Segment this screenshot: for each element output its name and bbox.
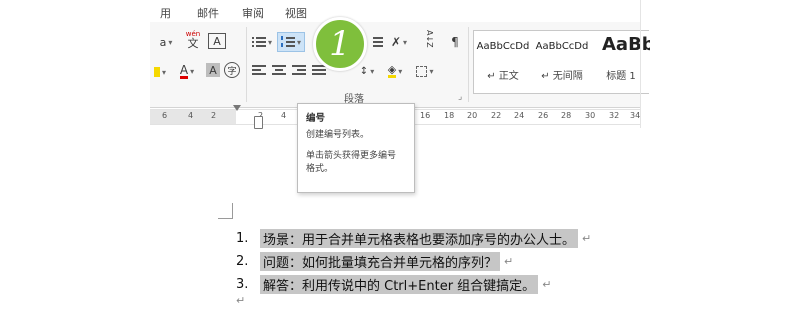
show-marks-button[interactable]: ¶ — [448, 33, 462, 51]
phonetic-guide-button[interactable]: wén 文 — [182, 30, 204, 50]
paragraph-mark-icon: ↵ — [542, 277, 552, 291]
ruler-number: 32 — [609, 111, 620, 120]
style-name: ↵ 正文 — [487, 71, 519, 82]
style-no-spacing[interactable]: AaBbCcDd ↵ 无间隔 — [533, 31, 591, 91]
ruler-number: 26 — [538, 111, 549, 120]
paragraph-mark-icon: ↵ — [582, 231, 592, 245]
list-item[interactable]: 1. 场景：用于合并单元格表格也要添加序号的办公人士。 ↵ — [236, 228, 592, 248]
line-spacing-button[interactable]: ↕ — [358, 62, 376, 80]
style-sample: AaBbCcDd — [535, 41, 589, 52]
borders-button[interactable] — [414, 62, 436, 80]
numbered-list-icon — [280, 36, 295, 48]
multilevel-list-icon — [373, 36, 383, 48]
tooltip-title: 编号 — [306, 113, 326, 124]
paragraph-mark-icon: ↵ — [236, 294, 246, 307]
align-center-button[interactable] — [270, 62, 288, 80]
style-heading-1[interactable]: AaBb 标题 1 — [592, 31, 650, 91]
style-sample: AaBb — [602, 34, 650, 55]
style-sample: AaBbCcDd — [476, 41, 530, 52]
list-item[interactable]: 3. 解答：利用传说中的 Ctrl+Enter 组合键搞定。 ↵ — [236, 274, 552, 294]
ruler-number: 22 — [491, 111, 502, 120]
numbering-button[interactable] — [277, 32, 305, 52]
chinese-layout-icon: ✗ — [390, 35, 402, 49]
tooltip-hint: 单击箭头获得更多编号 — [306, 151, 397, 161]
sort-icon: A↓Z — [425, 30, 434, 48]
ruler-number: 4 — [281, 111, 287, 120]
window-edge — [640, 0, 641, 128]
ruler-number: 6 — [162, 111, 168, 120]
align-right-icon — [292, 65, 306, 77]
list-number: 1. — [236, 230, 249, 246]
font-color-icon: A — [179, 62, 189, 79]
tab-references[interactable]: 用 — [160, 5, 171, 21]
ruler-number: 18 — [444, 111, 455, 120]
sort-button[interactable]: A↓Z — [420, 30, 438, 48]
character-border-button[interactable]: A — [208, 33, 226, 49]
character-shading-button[interactable]: A — [206, 63, 220, 77]
pilcrow-icon: ¶ — [451, 35, 459, 49]
font-size-shrink-button[interactable]: a — [156, 33, 176, 51]
bullets-button[interactable] — [250, 33, 274, 51]
ribbon-home: a wén 文 A A A 字 ✗ A↓Z ¶ — [150, 22, 650, 108]
list-number: 3. — [236, 276, 249, 292]
numbering-tooltip: 编号 创建编号列表。 单击箭头获得更多编号 格式。 — [297, 103, 415, 193]
highlight-color-button[interactable] — [154, 63, 166, 81]
justify-icon — [312, 65, 326, 77]
style-normal[interactable]: AaBbCcDd ↵ 正文 — [474, 31, 532, 91]
paint-bucket-icon: ◈ — [387, 63, 397, 78]
list-number: 2. — [236, 253, 249, 269]
tab-review[interactable]: 审阅 — [242, 5, 264, 21]
borders-icon — [416, 65, 428, 77]
text-boundary-mark — [218, 218, 233, 219]
ribbon-tab-bar: 用 邮件 审阅 视图 — [150, 0, 640, 20]
chinese-layout-button[interactable]: ✗ — [387, 33, 411, 51]
ruler-number: 2 — [211, 111, 217, 120]
tooltip-hint-cont: 格式。 — [306, 164, 334, 174]
paragraph-dialog-launcher[interactable]: ⌟ — [458, 92, 462, 102]
align-center-icon — [272, 65, 286, 77]
case-icon: a — [159, 35, 167, 49]
ruler-number: 24 — [514, 111, 525, 120]
group-separator — [246, 27, 247, 102]
ruler-number: 4 — [188, 111, 194, 120]
ruler-number: 16 — [420, 111, 431, 120]
first-line-indent-marker[interactable] — [233, 105, 241, 111]
list-text: 场景：用于合并单元格表格也要添加序号的办公人士。 — [260, 228, 579, 248]
style-name: ↵ 无间隔 — [541, 71, 583, 82]
style-name: 标题 1 — [606, 71, 636, 82]
list-item[interactable]: 2. 问题：如何批量填充合并单元格的序列？ ↵ — [236, 251, 514, 271]
group-separator — [468, 27, 469, 102]
ruler-number: 34 — [630, 111, 641, 120]
list-text: 问题：如何批量填充合并单元格的序列？ — [260, 251, 501, 271]
bullet-list-icon — [251, 36, 266, 48]
phonetic-char: 文 — [187, 37, 199, 50]
ruler-number: 30 — [585, 111, 596, 120]
tooltip-description: 创建编号列表。 — [306, 130, 370, 140]
align-left-icon — [252, 65, 266, 77]
list-text: 解答：利用传说中的 Ctrl+Enter 组合键搞定。 — [260, 274, 539, 294]
tab-view[interactable]: 视图 — [285, 5, 307, 21]
paragraph-mark-icon: ↵ — [504, 254, 514, 268]
ruler-number: 28 — [561, 111, 572, 120]
hanging-indent-marker[interactable] — [254, 116, 263, 129]
line-spacing-icon: ↕ — [359, 65, 369, 77]
enclose-characters-button[interactable]: 字 — [224, 62, 240, 78]
highlighter-icon — [154, 67, 160, 77]
shading-button[interactable]: ◈ — [384, 62, 406, 80]
text-boundary-mark — [232, 203, 233, 219]
align-left-button[interactable] — [250, 62, 268, 80]
font-color-button[interactable]: A — [176, 62, 198, 80]
step-number-badge: 1 — [313, 17, 367, 71]
multilevel-list-button[interactable] — [372, 33, 384, 51]
tab-mailings[interactable]: 邮件 — [197, 5, 219, 21]
styles-gallery: AaBbCcDd ↵ 正文 AaBbCcDd ↵ 无间隔 AaBb 标题 1 — [473, 30, 650, 94]
ruler-number: 20 — [467, 111, 478, 120]
align-right-button[interactable] — [290, 62, 308, 80]
